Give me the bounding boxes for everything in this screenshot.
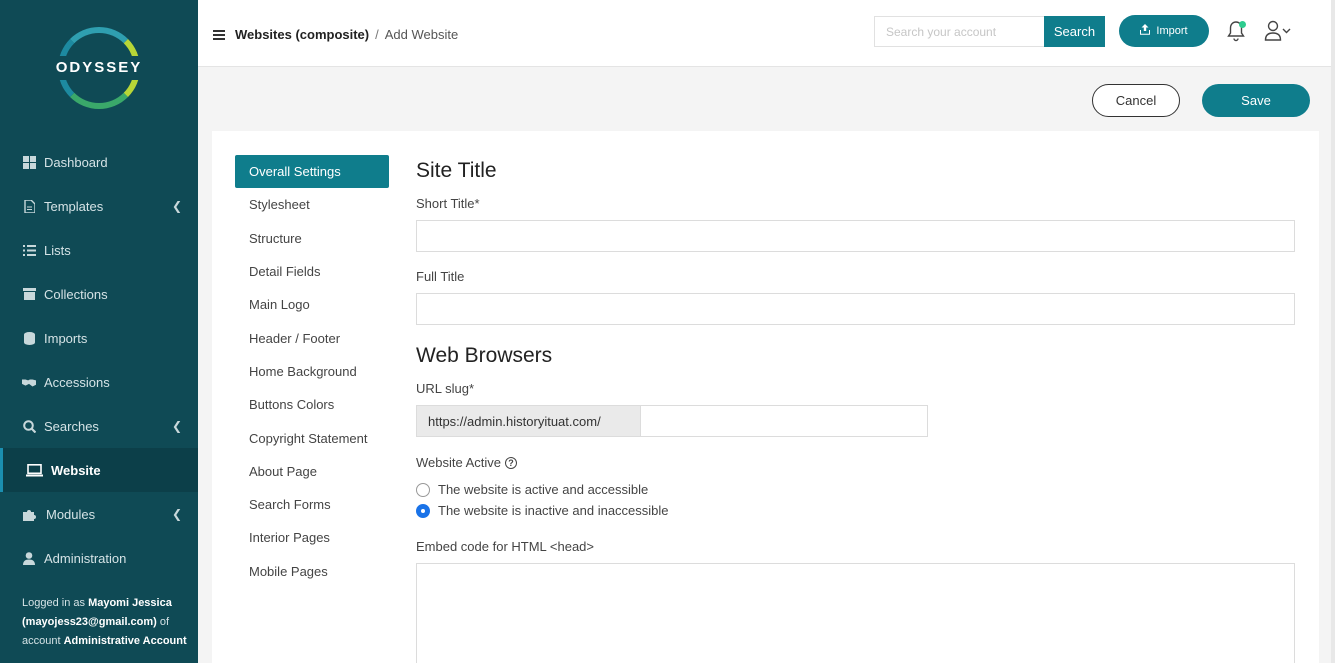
- import-button-label: Import: [1156, 25, 1188, 37]
- menu-icon[interactable]: [213, 30, 225, 40]
- radio-button[interactable]: [416, 503, 430, 518]
- sidebar-item-imports[interactable]: Imports: [0, 316, 198, 360]
- settings-item-buttons-colors[interactable]: Buttons Colors: [235, 388, 389, 421]
- sidebar-item-templates[interactable]: Templates ❮: [0, 184, 198, 228]
- top-header: Websites (composite) / Add Website Search …: [198, 0, 1335, 67]
- settings-item-copyright-statement[interactable]: Copyright Statement: [235, 421, 389, 454]
- search-input[interactable]: [874, 16, 1044, 47]
- breadcrumb-current: Add Website: [384, 27, 459, 42]
- user-icon: [22, 551, 36, 565]
- full-title-field[interactable]: [416, 293, 1295, 325]
- sidebar-item-label: Modules: [46, 506, 96, 522]
- short-title-label: Short Title*: [416, 196, 480, 211]
- search-icon: [22, 419, 36, 433]
- cancel-button[interactable]: Cancel: [1092, 84, 1180, 117]
- settings-item-search-forms[interactable]: Search Forms: [235, 488, 389, 521]
- chevron-left-icon: ❮: [171, 419, 182, 433]
- radio-label: The website is inactive and inaccessible: [438, 503, 669, 518]
- logged-in-info: Logged in as Mayomi Jessica (mayojess23@…: [22, 597, 187, 647]
- file-icon: [22, 199, 36, 213]
- settings-item-mobile-pages[interactable]: Mobile Pages: [235, 555, 389, 588]
- settings-item-detail-fields[interactable]: Detail Fields: [235, 255, 389, 288]
- sidebar-item-label: Accessions: [44, 374, 110, 390]
- sidebar-item-searches[interactable]: Searches ❮: [0, 404, 198, 448]
- radio-website-active[interactable]: The website is active and accessible: [416, 482, 648, 497]
- import-button[interactable]: Import: [1119, 15, 1209, 47]
- sidebar-item-label: Dashboard: [44, 154, 108, 170]
- laptop-icon: [25, 463, 43, 477]
- archive-icon: [22, 287, 36, 301]
- scrollbar[interactable]: [1331, 0, 1335, 663]
- settings-item-overall-settings[interactable]: Overall Settings: [235, 155, 389, 189]
- settings-item-stylesheet[interactable]: Stylesheet: [235, 188, 389, 221]
- site-title-heading: Site Title: [416, 159, 497, 182]
- breadcrumb-separator: /: [375, 27, 379, 42]
- radio-label: The website is active and accessible: [438, 482, 649, 497]
- sidebar-item-accessions[interactable]: Accessions: [0, 360, 198, 404]
- bell-icon[interactable]: [1226, 20, 1248, 44]
- sidebar-item-label: Searches: [44, 418, 99, 434]
- settings-panel: Overall Settings Stylesheet Structure De…: [212, 131, 1319, 663]
- sidebar-item-label: Lists: [44, 242, 71, 258]
- settings-nav: Overall Settings Stylesheet Structure De…: [235, 155, 389, 588]
- puzzle-icon: [22, 507, 38, 521]
- sidebar-item-label: Collections: [44, 286, 108, 302]
- embed-code-label: Embed code for HTML <head>: [416, 539, 595, 554]
- settings-item-interior-pages[interactable]: Interior Pages: [235, 521, 389, 554]
- save-button[interactable]: Save: [1202, 84, 1310, 117]
- help-icon[interactable]: ?: [505, 456, 518, 469]
- sidebar-item-website[interactable]: Website: [0, 448, 198, 492]
- search-button[interactable]: Search: [1044, 16, 1105, 47]
- list-icon: [22, 243, 36, 257]
- chevron-left-icon: ❮: [171, 507, 182, 521]
- sidebar-item-label: Templates: [44, 198, 104, 214]
- website-active-label: Website Active ?: [416, 455, 518, 470]
- notification-dot: [1239, 21, 1246, 28]
- settings-item-about-page[interactable]: About Page: [235, 455, 389, 488]
- sidebar: ODYSSEY Dashboard Templates ❮ Lists Coll…: [0, 0, 198, 663]
- short-title-field[interactable]: [416, 220, 1295, 252]
- sidebar-item-dashboard[interactable]: Dashboard: [0, 140, 198, 184]
- web-browsers-heading: Web Browsers: [416, 344, 553, 367]
- full-title-label: Full Title: [416, 269, 465, 284]
- database-icon: [22, 331, 36, 345]
- settings-item-home-background[interactable]: Home Background: [235, 355, 389, 388]
- sidebar-item-lists[interactable]: Lists: [0, 228, 198, 272]
- radio-button[interactable]: [416, 482, 430, 497]
- breadcrumb-parent[interactable]: Websites (composite): [235, 27, 369, 42]
- url-prefix: https://admin.historyituat.com/: [416, 405, 641, 437]
- sidebar-item-label: Administration: [44, 550, 127, 566]
- sidebar-item-label: Imports: [44, 330, 88, 346]
- odyssey-logo[interactable]: ODYSSEY: [0, 22, 198, 117]
- breadcrumb: Websites (composite) / Add Website: [235, 27, 458, 42]
- url-slug-field[interactable]: [641, 405, 928, 437]
- url-slug-group: https://admin.historyituat.com/: [416, 405, 928, 437]
- settings-item-structure[interactable]: Structure: [235, 222, 389, 255]
- settings-item-main-logo[interactable]: Main Logo: [235, 288, 389, 321]
- sidebar-item-administration[interactable]: Administration: [0, 536, 198, 580]
- user-menu[interactable]: [1264, 20, 1298, 44]
- settings-item-header-footer[interactable]: Header / Footer: [235, 321, 389, 354]
- radio-website-inactive[interactable]: The website is inactive and inaccessible: [416, 503, 669, 518]
- sidebar-item-collections[interactable]: Collections: [0, 272, 198, 316]
- handshake-icon: [22, 375, 36, 389]
- url-slug-label: URL slug*: [416, 381, 475, 396]
- logo-text: ODYSSEY: [55, 59, 143, 76]
- embed-code-textarea[interactable]: [416, 563, 1295, 663]
- dashboard-icon: [22, 155, 36, 169]
- sidebar-item-modules[interactable]: Modules ❮: [0, 492, 198, 536]
- chevron-left-icon: ❮: [171, 199, 182, 213]
- sidebar-item-label: Website: [51, 462, 101, 478]
- upload-icon: [1140, 24, 1151, 38]
- sidebar-nav: Dashboard Templates ❮ Lists Collections …: [0, 140, 198, 580]
